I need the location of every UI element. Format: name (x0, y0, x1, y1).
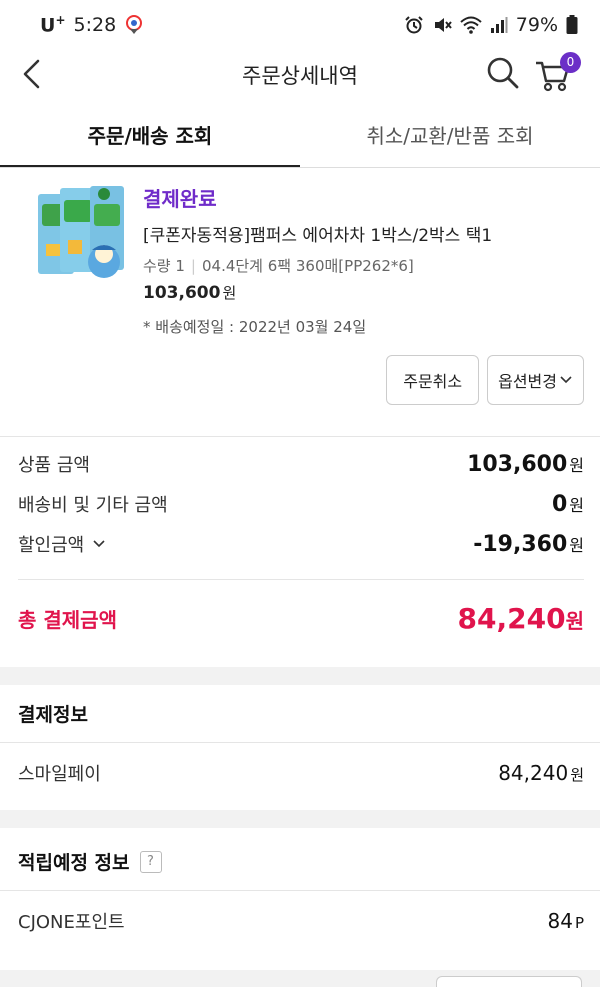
point-value: 84 P (547, 909, 585, 933)
order-item-card: 결제완료 [쿠폰자동적용]팸퍼스 에어차차 1박스/2박스 택1 수량 1 | 04… (0, 169, 600, 437)
cart-count-badge: 0 (560, 52, 581, 73)
payment-info-title: 결제정보 (18, 704, 88, 726)
total-row: 총 결제금액 84,240원 (18, 602, 584, 635)
divider: | (190, 257, 196, 275)
point-label: CJONE포인트 (18, 912, 125, 933)
point-row: CJONE포인트 84 P (18, 908, 584, 934)
total-label: 총 결제금액 (18, 608, 117, 632)
discount-row[interactable]: 할인금액 -19,360 원 (18, 531, 584, 557)
mute-icon (432, 15, 452, 35)
tab-cancel-exchange-return[interactable]: 취소/교환/반품 조회 (300, 108, 600, 167)
tab-order-delivery[interactable]: 주문/배송 조회 (0, 108, 300, 167)
product-amount-value: 103,600 원 (467, 451, 584, 477)
points-info-title: 적립예정 정보 ? (18, 848, 162, 875)
divider (0, 742, 600, 743)
carrier-label: U+ (40, 13, 66, 37)
divider (0, 890, 600, 891)
divider (18, 579, 584, 580)
cancel-order-button[interactable]: 주문취소 (386, 355, 480, 405)
delivery-date: * 배송예정일 : 2022년 03월 24일 (143, 318, 367, 336)
search-icon (487, 57, 519, 89)
order-tabs: 주문/배송 조회 취소/교환/반품 조회 (0, 108, 600, 168)
section-gap (0, 810, 600, 828)
section-gap (0, 667, 600, 685)
product-name[interactable]: [쿠폰자동적용]팸퍼스 에어차차 1박스/2박스 택1 (143, 221, 492, 246)
product-price: 103,600 원 (143, 283, 237, 303)
chevron-down-icon (560, 376, 572, 384)
product-amount-row: 상품 금액 103,600 원 (18, 451, 584, 477)
product-image[interactable] (34, 184, 130, 290)
partial-button[interactable] (436, 976, 582, 987)
quantity: 수량 1 (143, 257, 185, 275)
alarm-icon (404, 15, 424, 35)
battery-percent: 79% (515, 14, 558, 36)
wifi-icon (460, 15, 482, 35)
cart-button[interactable]: 0 (534, 52, 581, 94)
shipping-row: 배송비 및 기타 금액 0원 (18, 491, 584, 517)
discount-label[interactable]: 할인금액 (18, 531, 106, 557)
total-value: 84,240원 (457, 602, 584, 635)
battery-icon (566, 15, 578, 35)
signal-icon (490, 16, 508, 34)
payment-method-row: 스마일페이 84,240 원 (18, 760, 584, 786)
clock: 5:28 (73, 13, 117, 36)
change-option-button[interactable]: 옵션변경 (487, 355, 584, 405)
option-text: 04.4단계 6팩 360매[PP262*6] (201, 257, 414, 275)
order-actions: 주문취소 옵션변경 (386, 355, 584, 405)
shipping-label: 배송비 및 기타 금액 (18, 495, 168, 516)
payment-amount: 84,240 원 (498, 761, 584, 785)
search-button[interactable] (484, 54, 522, 92)
discount-value: -19,360 원 (473, 531, 584, 557)
chevron-down-icon (93, 540, 105, 548)
order-status: 결제완료 (143, 187, 217, 211)
help-icon[interactable]: ? (139, 850, 162, 873)
location-app-icon (124, 14, 144, 35)
payment-method: 스마일페이 (18, 764, 101, 785)
product-amount-label: 상품 금액 (18, 455, 90, 476)
shipping-value: 0원 (551, 491, 584, 517)
status-bar: U+ 5:28 79% (0, 0, 600, 50)
payment-summary: 상품 금액 103,600 원 배송비 및 기타 금액 0원 할인금액 -19,3… (0, 437, 600, 667)
app-header: 주문상세내역 0 (0, 50, 600, 98)
product-option: 수량 1 | 04.4단계 6팩 360매[PP262*6] (143, 255, 414, 276)
